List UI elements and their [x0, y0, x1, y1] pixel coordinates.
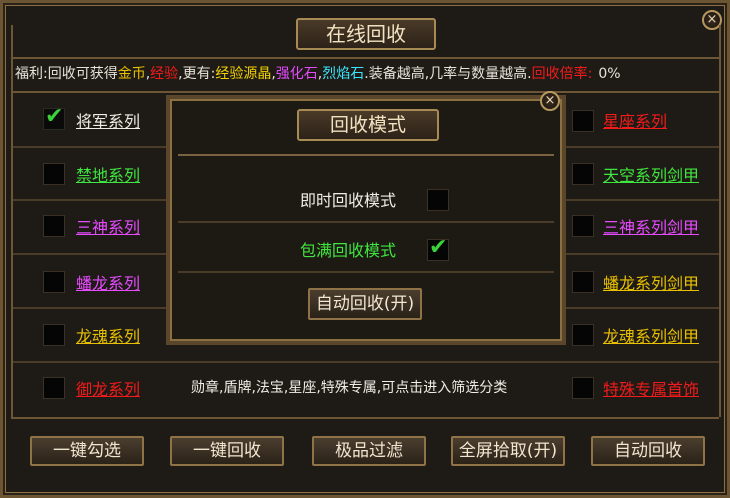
item-left-5[interactable]: 御龙系列 — [76, 376, 140, 400]
item-left-0[interactable]: 将军系列 — [76, 108, 140, 132]
instant-mode-checkbox[interactable] — [427, 189, 449, 211]
divider — [11, 25, 13, 417]
info-bar: 福利:回收可获得金币,经验,更有:经验源晶,强化石,烈焰石.装备越高,几率与数量… — [15, 63, 721, 85]
divider — [11, 91, 719, 93]
full-mode-checkbox[interactable]: ✔ — [427, 235, 449, 261]
auto-recycle-button[interactable]: 自动回收 — [591, 436, 705, 466]
recycle-window: 在线回收 × 福利:回收可获得金币,经验,更有:经验源晶,强化石,烈焰石.装备越… — [0, 0, 730, 498]
auto-recycle-toggle-button[interactable]: 自动回收(开) — [308, 288, 422, 320]
checkbox-left-5[interactable] — [43, 377, 65, 399]
info-prefix: 福利:回收可获得 — [15, 66, 118, 82]
item-right-5[interactable]: 特殊专属首饰 — [603, 376, 699, 400]
checkbox-right-3[interactable] — [572, 271, 594, 293]
select-all-button[interactable]: 一键勾选 — [30, 436, 144, 466]
rate-value: 0% — [598, 66, 621, 82]
rate-label: 回收倍率: — [531, 66, 593, 82]
divider — [11, 57, 719, 59]
item-left-3[interactable]: 蟠龙系列 — [76, 270, 140, 294]
recycle-all-button[interactable]: 一键回收 — [170, 436, 284, 466]
check-icon: ✔ — [429, 235, 448, 260]
checkbox-right-5[interactable] — [572, 377, 594, 399]
item-right-3[interactable]: 蟠龙系列剑甲 — [603, 270, 699, 294]
checkbox-right-4[interactable] — [572, 324, 594, 346]
info-strength-stone: 强化石 — [275, 66, 318, 82]
checkbox-left-4[interactable] — [43, 324, 65, 346]
item-left-4[interactable]: 龙魂系列 — [76, 323, 140, 347]
divider — [178, 221, 554, 223]
checkbox-right-1[interactable] — [572, 163, 594, 185]
item-left-1[interactable]: 禁地系列 — [76, 162, 140, 186]
info-exp-crystal: 经验源晶 — [215, 66, 272, 82]
full-mode-label: 包满回收模式 — [300, 241, 397, 260]
checkbox-right-0[interactable] — [572, 110, 594, 132]
info-suffix: .装备越高,几率与数量越高. — [364, 66, 532, 82]
checkbox-left-0[interactable]: ✔ — [43, 104, 65, 130]
checkbox-right-2[interactable] — [572, 215, 594, 237]
divider — [11, 417, 719, 419]
recycle-mode-dialog: 回收模式 即时回收模式 包满回收模式 ✔ 自动回收(开) — [166, 95, 566, 345]
info-exp: 经验 — [150, 66, 179, 82]
instant-mode-label: 即时回收模式 — [300, 191, 397, 210]
item-left-2[interactable]: 三神系列 — [76, 214, 140, 238]
info-gold: 金币 — [117, 66, 146, 82]
pickup-button[interactable]: 全屏拾取(开) — [451, 436, 565, 466]
checkbox-left-2[interactable] — [43, 215, 65, 237]
checkbox-left-1[interactable] — [43, 163, 65, 185]
filter-button[interactable]: 极品过滤 — [312, 436, 426, 466]
info-flame-stone: 烈焰石 — [322, 66, 365, 82]
item-right-2[interactable]: 三神系列剑甲 — [603, 214, 699, 238]
dialog-close-icon[interactable]: × — [540, 91, 560, 111]
checkbox-left-3[interactable] — [43, 271, 65, 293]
item-right-1[interactable]: 天空系列剑甲 — [603, 162, 699, 186]
item-right-0[interactable]: 星座系列 — [603, 108, 667, 132]
info-more: ,更有: — [178, 66, 216, 82]
check-icon: ✔ — [45, 104, 64, 129]
divider — [178, 271, 554, 273]
divider — [178, 154, 554, 156]
dialog-title: 回收模式 — [297, 109, 439, 141]
category-hint[interactable]: 勋章,盾牌,法宝,星座,特殊专属,可点击进入筛选分类 — [191, 377, 507, 397]
row-divider — [13, 361, 719, 363]
item-right-4[interactable]: 龙魂系列剑甲 — [603, 323, 699, 347]
window-title: 在线回收 — [296, 18, 436, 50]
